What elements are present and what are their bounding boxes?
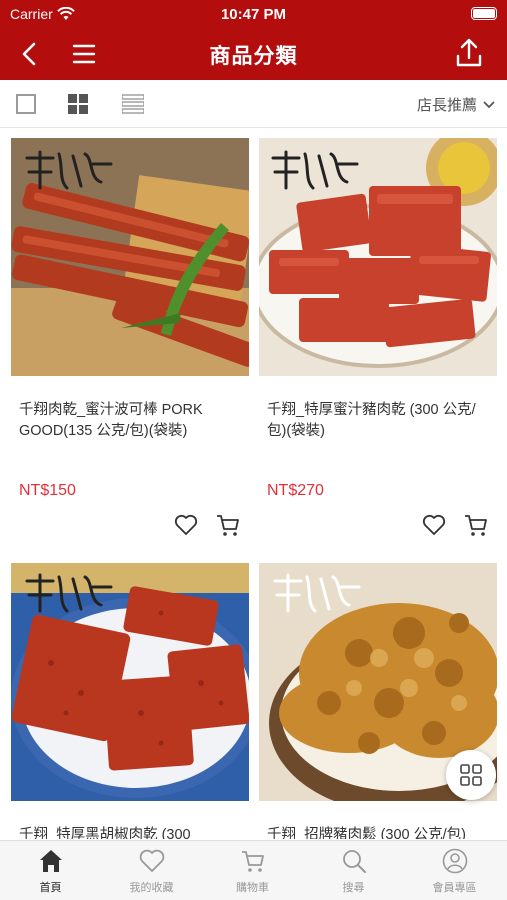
tab-favorites[interactable]: 我的收藏 (101, 847, 202, 895)
battery-icon (471, 7, 497, 20)
product-price: NT$150 (19, 482, 76, 499)
cart-icon[interactable] (463, 512, 489, 538)
single-view-button[interactable] (16, 94, 36, 114)
product-image[interactable] (11, 563, 249, 801)
view-toolbar: 店長推薦 (0, 80, 507, 128)
tab-label: 購物車 (236, 882, 269, 894)
status-time: 10:47 PM (220, 6, 287, 23)
product-card[interactable]: 千翔肉乾_蜜汁波可棒 PORK GOOD(135 公克/包)(袋裝) NT$15… (11, 138, 249, 536)
product-image[interactable] (259, 138, 497, 376)
heart-icon[interactable] (173, 512, 199, 538)
tab-cart[interactable]: 購物車 (202, 847, 303, 895)
sort-dropdown[interactable]: 店長推薦 (417, 94, 495, 115)
tab-label: 會員專區 (432, 882, 477, 894)
user-icon (442, 848, 467, 874)
product-name[interactable]: 千翔_特厚黑胡椒肉乾 (300 (11, 825, 249, 839)
brand-logo (273, 573, 361, 613)
product-card[interactable]: 千翔_特厚黑胡椒肉乾 (300 (11, 563, 249, 839)
chevron-down-icon (483, 100, 495, 108)
grid-view-icon[interactable] (68, 94, 88, 114)
share-icon[interactable] (453, 36, 485, 70)
brand-logo (271, 150, 359, 190)
navigation-bar: 商品分類 (0, 28, 507, 80)
cart-icon[interactable] (215, 512, 241, 538)
product-actions (173, 512, 241, 538)
product-name[interactable]: 千翔肉乾_蜜汁波可棒 PORK GOOD(135 公克/包)(袋裝) (11, 400, 249, 466)
tab-search[interactable]: 搜尋 (303, 847, 404, 895)
tab-label: 首頁 (39, 882, 62, 894)
product-image[interactable] (11, 138, 249, 376)
tab-home[interactable]: 首頁 (0, 847, 101, 895)
page-title: 商品分類 (209, 45, 298, 68)
bottom-tab-bar: 首頁 我的收藏 購物車 搜尋 會員專區 (0, 840, 507, 900)
home-icon (39, 850, 62, 872)
grid-icon (460, 764, 482, 786)
layout-toggle-button[interactable] (446, 750, 496, 800)
sort-label: 店長推薦 (416, 97, 477, 114)
product-card[interactable]: 千翔_特厚蜜汁豬肉乾 (300 公克/包)(袋裝) NT$270 (259, 138, 497, 536)
product-name[interactable]: 千翔_特厚蜜汁豬肉乾 (300 公克/包)(袋裝) (259, 400, 497, 466)
product-actions (421, 512, 489, 538)
top-bar: Carrier 10:47 PM 商品分類 (0, 0, 507, 80)
brand-logo (25, 150, 113, 190)
brand-logo (25, 573, 113, 613)
search-icon (342, 850, 366, 873)
heart-icon[interactable] (421, 512, 447, 538)
cart-icon (241, 851, 264, 872)
tab-member[interactable]: 會員專區 (404, 847, 505, 895)
list-view-icon[interactable] (122, 94, 144, 114)
status-bar: Carrier 10:47 PM (0, 0, 507, 28)
product-name[interactable]: 千翔_招牌豬肉鬆 (300 公克/包) (259, 825, 497, 839)
heart-icon (139, 849, 164, 872)
product-grid: 千翔肉乾_蜜汁波可棒 PORK GOOD(135 公克/包)(袋裝) NT$15… (0, 129, 507, 839)
tab-label: 搜尋 (342, 882, 365, 894)
tab-label: 我的收藏 (129, 882, 174, 894)
product-price: NT$270 (267, 482, 324, 499)
